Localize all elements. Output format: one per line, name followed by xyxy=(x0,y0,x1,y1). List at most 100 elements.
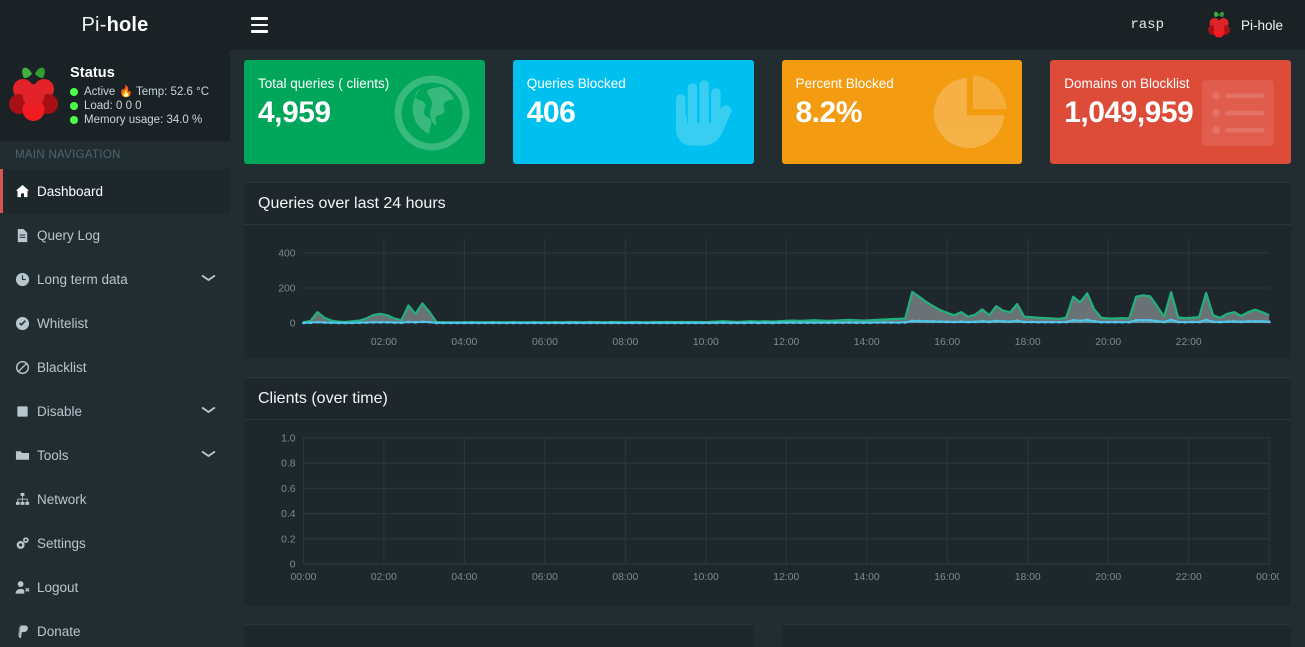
svg-text:14:00: 14:00 xyxy=(854,572,880,583)
sidebar-item-tools[interactable]: Tools xyxy=(0,433,230,477)
svg-text:10:00: 10:00 xyxy=(693,572,719,583)
svg-text:04:00: 04:00 xyxy=(451,337,477,348)
status-active-label: Active xyxy=(84,85,116,98)
sidebar-item-label: Query Log xyxy=(37,227,101,243)
sidebar-item-label: Logout xyxy=(37,579,79,595)
panel-clients-over-time: Clients (over time) 0 0.2 0.4 0.6 0.8 1.0 00:0… xyxy=(244,377,1291,606)
flame-icon: 🔥 xyxy=(119,85,134,98)
status-title: Status xyxy=(70,64,115,81)
clients-over-time-chart[interactable]: 0 0.2 0.4 0.6 0.8 1.0 00:00 02:00 04:00 06:00 08:0… xyxy=(256,428,1279,600)
hamburger-bar xyxy=(250,30,268,33)
user-times-icon xyxy=(15,580,37,595)
sidebar-item-query-log[interactable]: Query Log xyxy=(0,213,230,257)
stat-box-label: Domains on Blocklist xyxy=(1064,76,1190,91)
sidebar-item-label: Blacklist xyxy=(37,359,87,375)
svg-text:18:00: 18:00 xyxy=(1015,572,1041,583)
stat-box-label: Queries Blocked xyxy=(526,76,626,91)
svg-text:16:00: 16:00 xyxy=(934,337,960,348)
sidebar-item-whitelist[interactable]: Whitelist xyxy=(0,301,230,345)
svg-text:00:00: 00:00 xyxy=(290,572,316,583)
panel-queries-over-time: Queries over last 24 hours 0 200 400 02:00… xyxy=(244,182,1291,359)
panel-title: Queries over last 24 hours xyxy=(258,194,446,212)
stat-box-domains-on-blocklist[interactable]: Domains on Blocklist 1,049,959 xyxy=(1050,60,1291,164)
svg-text:00:00: 00:00 xyxy=(1256,572,1279,583)
stat-box-inner: Domains on Blocklist 1,049,959 xyxy=(1050,60,1291,134)
svg-text:02:00: 02:00 xyxy=(371,572,397,583)
stat-box-inner: Percent Blocked 8.2% xyxy=(782,60,1023,134)
ban-icon xyxy=(15,360,37,375)
stat-box-value: 406 xyxy=(526,96,576,129)
sidebar-item-blacklist[interactable]: Blacklist xyxy=(0,345,230,389)
stat-boxes-row: Total queries ( clients) 4,959 Queries Blo… xyxy=(244,60,1291,164)
sidebar-item-logout[interactable]: Logout xyxy=(0,565,230,609)
sidebar-item-label: Dashboard xyxy=(37,183,104,199)
hamburger-icon[interactable] xyxy=(238,0,280,50)
svg-text:08:00: 08:00 xyxy=(612,337,638,348)
status-memory-label: Memory usage: 34.0 % xyxy=(84,113,203,126)
sidebar-item-long-term-data[interactable]: Long term data xyxy=(0,257,230,301)
header-brand-label[interactable]: Pi-hole xyxy=(1241,18,1283,33)
status-temp-label: Temp: 52.6 °C xyxy=(136,85,210,98)
panel-body: 0 0.2 0.4 0.6 0.8 1.0 00:00 02:00 04:00 06:00 08:0… xyxy=(244,420,1291,606)
sidebar-item-label: Settings xyxy=(37,535,86,551)
stat-box-inner: Queries Blocked 406 xyxy=(513,60,754,134)
stat-box-label: Percent Blocked xyxy=(795,76,894,91)
panel-header: Clients (over time) xyxy=(244,378,1291,420)
svg-text:08:00: 08:00 xyxy=(612,572,638,583)
sidebar-item-label: Donate xyxy=(37,623,81,639)
sidebar-item-donate[interactable]: Donate xyxy=(0,609,230,647)
green-dot-icon xyxy=(70,101,78,110)
hamburger-bar xyxy=(250,23,268,27)
svg-text:14:00: 14:00 xyxy=(854,337,880,348)
svg-text:22:00: 22:00 xyxy=(1176,572,1202,583)
status-line-load: Load: 0 0 0 xyxy=(70,99,209,113)
brand-suffix: hole xyxy=(106,13,149,36)
panel-body: 0 200 400 02:00 04:00 06:00 08:00 10:00 12:00 14… xyxy=(244,225,1291,359)
svg-text:0.2: 0.2 xyxy=(281,534,296,545)
sidebar-item-disable[interactable]: Disable xyxy=(0,389,230,433)
home-icon xyxy=(15,184,37,199)
chevron-down-icon[interactable] xyxy=(201,449,216,461)
svg-text:04:00: 04:00 xyxy=(451,572,477,583)
sidebar-item-label: Network xyxy=(37,491,87,507)
sidebar-item-label: Whitelist xyxy=(37,315,89,331)
stat-box-label: Total queries ( clients) xyxy=(258,76,390,91)
main-content: Total queries ( clients) 4,959 Queries Blo… xyxy=(230,50,1305,647)
stat-box-total-queries-clients[interactable]: Total queries ( clients) 4,959 xyxy=(244,60,485,164)
svg-text:02:00: 02:00 xyxy=(371,337,397,348)
panel-header: Queries over last 24 hours xyxy=(244,183,1291,225)
status-panel: Status Active 🔥 Temp: 52.6 °C Load: 0 0 … xyxy=(0,50,230,142)
green-dot-icon xyxy=(70,87,78,96)
chevron-down-icon[interactable] xyxy=(201,273,216,285)
sidebar-item-settings[interactable]: Settings xyxy=(0,521,230,565)
status-line-memory: Memory usage: 34.0 % xyxy=(70,113,209,127)
queries-chart-x-axis: 02:00 04:00 06:00 08:00 10:00 12:00 14:00 16:00… xyxy=(371,337,1202,348)
sidebar-item-dashboard[interactable]: Dashboard xyxy=(0,169,230,213)
hostname-label: rasp xyxy=(1130,17,1164,33)
svg-text:10:00: 10:00 xyxy=(693,337,719,348)
queries-over-time-chart[interactable]: 0 200 400 xyxy=(256,233,1279,333)
brand-prefix: Pi- xyxy=(81,13,107,36)
svg-text:12:00: 12:00 xyxy=(773,572,799,583)
stat-box-percent-blocked[interactable]: Percent Blocked 8.2% xyxy=(781,60,1023,164)
check-circle-icon xyxy=(15,316,37,331)
svg-text:0.6: 0.6 xyxy=(281,484,296,495)
chevron-down-icon[interactable] xyxy=(201,405,216,417)
svg-text:18:00: 18:00 xyxy=(1015,337,1041,348)
svg-text:16:00: 16:00 xyxy=(934,572,960,583)
sidebar-item-label: Tools xyxy=(37,447,69,463)
pihole-dashboard: Pi-hole Status Active 🔥 Temp: 52.6 °C Lo… xyxy=(0,0,1305,647)
svg-text:0: 0 xyxy=(290,318,296,329)
stat-box-queries-blocked[interactable]: Queries Blocked 406 xyxy=(512,60,754,164)
svg-text:0: 0 xyxy=(290,559,296,570)
sidebar-item-network[interactable]: Network xyxy=(0,477,230,521)
svg-text:12:00: 12:00 xyxy=(773,337,799,348)
svg-text:06:00: 06:00 xyxy=(532,572,558,583)
panel-title: Clients (over time) xyxy=(258,389,388,407)
status-load-label: Load: 0 0 0 xyxy=(84,99,142,112)
status-line-active: Active 🔥 Temp: 52.6 °C xyxy=(70,85,209,99)
bottom-panels-row xyxy=(244,624,1291,647)
svg-text:22:00: 22:00 xyxy=(1176,337,1202,348)
sidebar-brand[interactable]: Pi-hole xyxy=(0,0,230,50)
raspberry-pi-logo-icon xyxy=(6,62,62,130)
